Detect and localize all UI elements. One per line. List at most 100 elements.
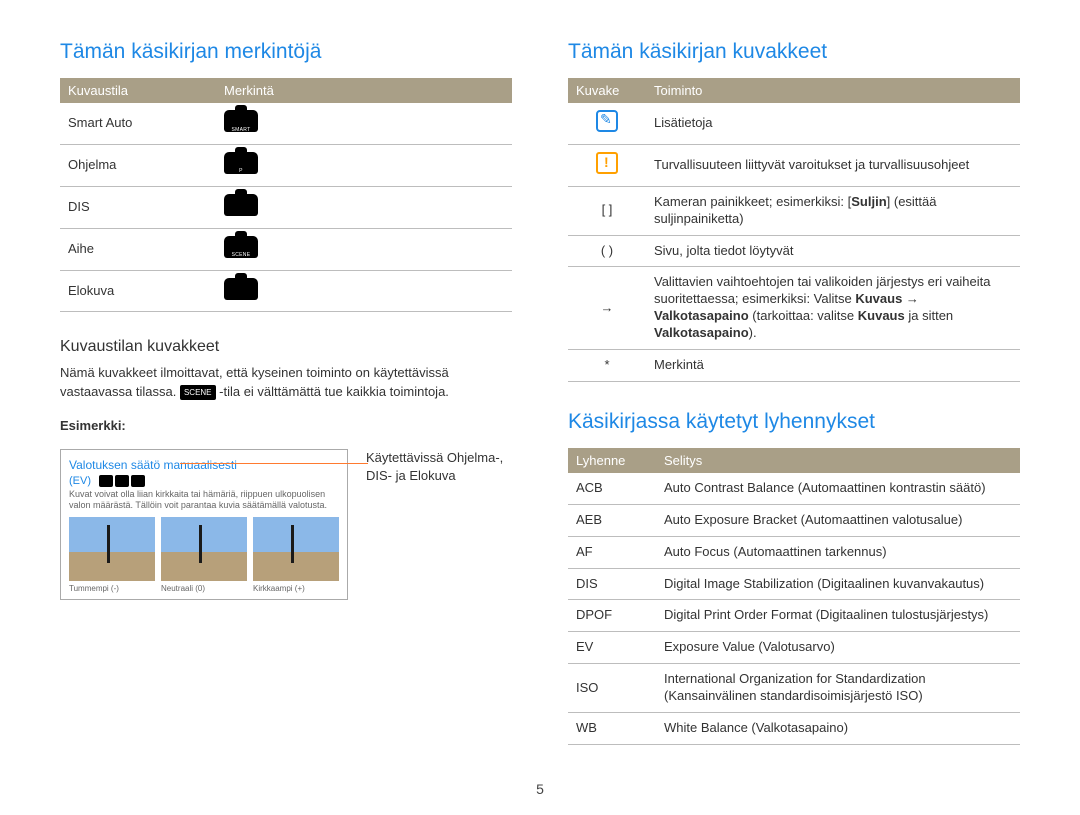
example-label: Esimerkki: <box>60 417 512 435</box>
warning-icon <box>596 152 618 174</box>
para-post: -tila ei välttämättä tue kaikkia toimint… <box>219 384 449 399</box>
thumb-label: Kirkkaampi (+) <box>253 584 339 593</box>
abbr-cell: EV <box>568 632 656 664</box>
icon-function: Merkintä <box>646 350 1020 382</box>
def-cell: Auto Contrast Balance (Automaattinen kon… <box>656 473 1020 504</box>
info-icon <box>596 110 618 132</box>
table-row: WBWhite Balance (Valkotasapaino) <box>568 713 1020 745</box>
table-row: Aihe SCENE <box>60 228 512 270</box>
table-row: DIS <box>60 186 512 228</box>
example-box: Valotuksen säätö manuaalisesti (EV) Kuva… <box>60 449 348 600</box>
mode-icon-cell <box>216 186 512 228</box>
mode-name: DIS <box>60 186 216 228</box>
example-callout: Käytettävissä Ohjelma-, DIS- ja Elokuva <box>366 441 512 485</box>
heading-icons: Tämän käsikirjan kuvakkeet <box>568 40 1020 64</box>
icon-function: Sivu, jolta tiedot löytyvät <box>646 235 1020 267</box>
table-row: Lisätietoja <box>568 103 1020 144</box>
example-thumb: Neutraali (0) <box>161 517 247 593</box>
def-cell: White Balance (Valkotasapaino) <box>656 713 1020 745</box>
def-cell: Auto Focus (Automaattinen tarkennus) <box>656 536 1020 568</box>
example-subtitle: (EV) <box>69 475 91 487</box>
table-row: →Valittavien vaihtoehtojen tai valikoide… <box>568 267 1020 350</box>
mode-name: Elokuva <box>60 270 216 312</box>
sub-heading-mode-icons: Kuvaustilan kuvakkeet <box>60 338 512 356</box>
mode-icon-cell <box>216 270 512 312</box>
heading-abbreviations: Käsikirjassa käytetyt lyhennykset <box>568 410 1020 434</box>
table-row: *Merkintä <box>568 350 1020 382</box>
table-row: Turvallisuuteen liittyvät varoitukset ja… <box>568 144 1020 186</box>
example-thumb: Tummempi (-) <box>69 517 155 593</box>
camera-mode-icon <box>224 194 258 216</box>
icon-cell: → <box>568 267 646 350</box>
table-row: AEBAuto Exposure Bracket (Automaattinen … <box>568 504 1020 536</box>
icon-cell: * <box>568 350 646 382</box>
th-def: Selitys <box>656 448 1020 473</box>
table-row: Elokuva <box>60 270 512 312</box>
table-row: ACBAuto Contrast Balance (Automaattinen … <box>568 473 1020 504</box>
table-row: OhjelmaP <box>60 144 512 186</box>
mini-icon-movie <box>131 475 145 487</box>
page-number: 5 <box>0 781 1080 797</box>
thumb-image <box>161 517 247 581</box>
scene-chip-icon: SCENE <box>180 385 216 400</box>
mode-name: Ohjelma <box>60 144 216 186</box>
table-row: ISOInternational Organization for Standa… <box>568 664 1020 713</box>
mode-name: Smart Auto <box>60 103 216 144</box>
mode-icons-paragraph: Nämä kuvakkeet ilmoittavat, että kyseine… <box>60 364 512 400</box>
icon-function: Kameran painikkeet; esimerkiksi: [Suljin… <box>646 186 1020 235</box>
abbr-cell: ISO <box>568 664 656 713</box>
heading-notations: Tämän käsikirjan merkintöjä <box>60 40 512 64</box>
camera-mode-icon <box>224 278 258 300</box>
icon-cell <box>568 144 646 186</box>
mode-name: Aihe <box>60 228 216 270</box>
def-cell: Auto Exposure Bracket (Automaattinen val… <box>656 504 1020 536</box>
th-abbr: Lyhenne <box>568 448 656 473</box>
left-column: Tämän käsikirjan merkintöjä Kuvaustila M… <box>60 40 512 745</box>
table-row: Smart Auto SMART <box>60 103 512 144</box>
example-thumb: Kirkkaampi (+) <box>253 517 339 593</box>
th-function: Toiminto <box>646 78 1020 103</box>
thumb-image <box>69 517 155 581</box>
thumb-label: Tummempi (-) <box>69 584 155 593</box>
mini-icon-program <box>99 475 113 487</box>
callout-connector-line <box>180 463 368 464</box>
abbr-cell: WB <box>568 713 656 745</box>
icon-cell: ( ) <box>568 235 646 267</box>
icon-cell <box>568 103 646 144</box>
abbr-table: Lyhenne Selitys ACBAuto Contrast Balance… <box>568 448 1020 745</box>
abbr-cell: AEB <box>568 504 656 536</box>
abbr-cell: AF <box>568 536 656 568</box>
abbr-cell: DPOF <box>568 600 656 632</box>
def-cell: Exposure Value (Valotusarvo) <box>656 632 1020 664</box>
right-column: Tämän käsikirjan kuvakkeet Kuvake Toimin… <box>568 40 1020 745</box>
icons-table: Kuvake Toiminto LisätietojaTurvallisuute… <box>568 78 1020 382</box>
def-cell: Digital Image Stabilization (Digitaaline… <box>656 568 1020 600</box>
th-mark: Merkintä <box>216 78 512 103</box>
abbr-cell: ACB <box>568 473 656 504</box>
mode-icon-cell: SCENE <box>216 228 512 270</box>
mode-table: Kuvaustila Merkintä Smart Auto SMART Ohjel… <box>60 78 512 312</box>
thumb-image <box>253 517 339 581</box>
table-row: DISDigital Image Stabilization (Digitaal… <box>568 568 1020 600</box>
th-icon: Kuvake <box>568 78 646 103</box>
example-title: Valotuksen säätö manuaalisesti <box>69 458 339 472</box>
th-mode: Kuvaustila <box>60 78 216 103</box>
camera-mode-icon: SCENE <box>224 236 258 258</box>
abbr-cell: DIS <box>568 568 656 600</box>
camera-mode-icon: SMART <box>224 110 258 132</box>
example-desc: Kuvat voivat olla liian kirkkaita tai hä… <box>69 489 339 511</box>
mode-icon-cell: P <box>216 144 512 186</box>
example-mode-icons <box>99 475 145 487</box>
def-cell: Digital Print Order Format (Digitaalinen… <box>656 600 1020 632</box>
icon-function: Lisätietoja <box>646 103 1020 144</box>
thumb-label: Neutraali (0) <box>161 584 247 593</box>
mode-icon-cell: SMART <box>216 103 512 144</box>
table-row: AFAuto Focus (Automaattinen tarkennus) <box>568 536 1020 568</box>
icon-function: Turvallisuuteen liittyvät varoitukset ja… <box>646 144 1020 186</box>
table-row: EVExposure Value (Valotusarvo) <box>568 632 1020 664</box>
icon-cell: [ ] <box>568 186 646 235</box>
mini-icon-dis <box>115 475 129 487</box>
icon-function: Valittavien vaihtoehtojen tai valikoiden… <box>646 267 1020 350</box>
table-row: ( )Sivu, jolta tiedot löytyvät <box>568 235 1020 267</box>
def-cell: International Organization for Standardi… <box>656 664 1020 713</box>
